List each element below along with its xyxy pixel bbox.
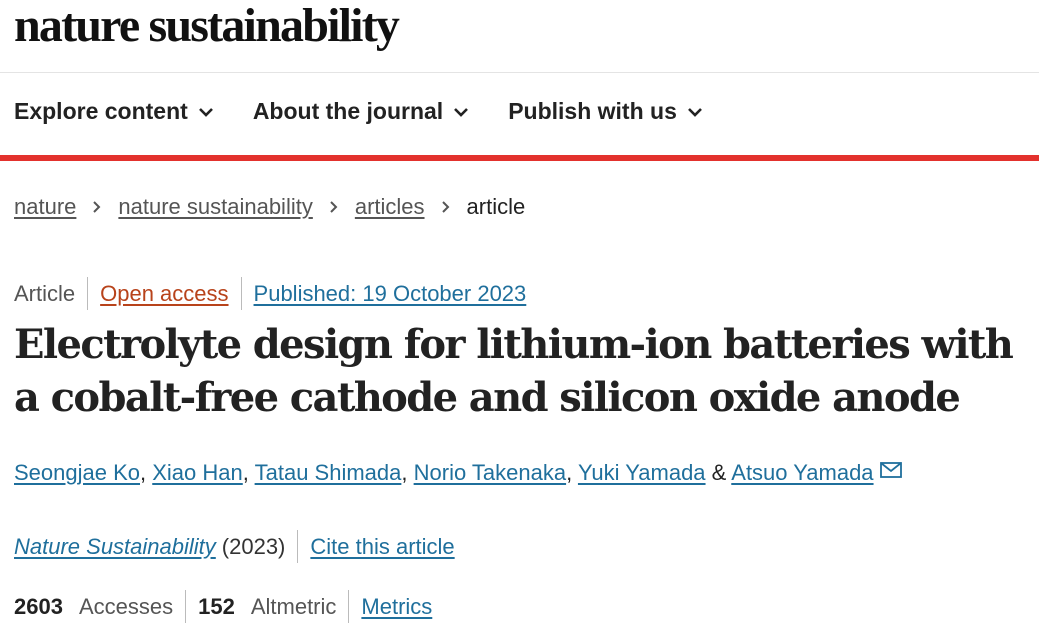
meta-divider bbox=[87, 277, 89, 310]
citation-line: Nature Sustainability (2023) Cite this a… bbox=[14, 530, 455, 563]
nav-about-journal[interactable]: About the journal bbox=[253, 98, 469, 125]
author-separator: , bbox=[566, 460, 573, 485]
accent-bar bbox=[0, 155, 1039, 161]
journal-name-link[interactable]: Nature Sustainability bbox=[14, 534, 216, 560]
chevron-down-icon bbox=[454, 107, 469, 117]
meta-divider bbox=[185, 590, 187, 623]
author-separator: , bbox=[140, 460, 147, 485]
author-link[interactable]: Norio Takenaka bbox=[414, 460, 566, 485]
chevron-down-icon bbox=[687, 107, 702, 117]
nav-publish-with-us[interactable]: Publish with us bbox=[508, 98, 703, 125]
nav-about-journal-label: About the journal bbox=[252, 98, 444, 124]
meta-divider bbox=[240, 277, 242, 310]
breadcrumb: nature nature sustainability articles ar… bbox=[14, 194, 525, 220]
chevron-right-icon bbox=[330, 201, 338, 213]
article-title: Electrolyte design for lithium-ion batte… bbox=[14, 321, 1014, 421]
author-link[interactable]: Atsuo Yamada bbox=[731, 460, 873, 485]
chevron-down-icon bbox=[198, 107, 213, 117]
chevron-right-icon bbox=[441, 201, 449, 213]
journal-logo[interactable]: nature sustainability bbox=[14, 0, 400, 53]
publication-year: (2023) bbox=[221, 533, 286, 559]
author-ampersand: & bbox=[711, 460, 727, 485]
nav-publish-with-us-label: Publish with us bbox=[508, 98, 677, 124]
chevron-right-icon bbox=[93, 201, 101, 213]
mail-icon[interactable] bbox=[879, 462, 902, 478]
author-link[interactable]: Seongjae Ko bbox=[14, 460, 140, 485]
open-access-link[interactable]: Open access bbox=[100, 281, 228, 307]
breadcrumb-current: article bbox=[466, 194, 526, 219]
meta-divider bbox=[348, 590, 350, 623]
article-meta: Article Open access Published: 19 Octobe… bbox=[14, 277, 526, 310]
altmetric-score: 152 bbox=[198, 593, 235, 619]
author-link[interactable]: Yuki Yamada bbox=[578, 460, 706, 485]
header-divider bbox=[0, 72, 1039, 73]
author-list: Seongjae Ko, Xiao Han, Tatau Shimada, No… bbox=[14, 460, 902, 486]
cite-article-link[interactable]: Cite this article bbox=[310, 534, 454, 560]
author-link[interactable]: Tatau Shimada bbox=[255, 460, 402, 485]
metrics-link[interactable]: Metrics bbox=[361, 594, 432, 620]
breadcrumb-articles[interactable]: articles bbox=[355, 194, 425, 220]
main-nav: Explore content About the journal Publis… bbox=[14, 98, 703, 125]
author-separator: , bbox=[401, 460, 408, 485]
breadcrumb-nature[interactable]: nature bbox=[14, 194, 76, 220]
author-link[interactable]: Xiao Han bbox=[152, 460, 243, 485]
metrics-bar: 2603 Accesses 152 Altmetric Metrics bbox=[14, 590, 432, 623]
author-separator: , bbox=[242, 460, 249, 485]
article-type: Article bbox=[14, 280, 76, 306]
accesses-label: Accesses bbox=[78, 593, 174, 619]
published-date-link[interactable]: Published: 19 October 2023 bbox=[254, 281, 527, 307]
nav-explore-content-label: Explore content bbox=[14, 98, 188, 124]
altmetric-label: Altmetric bbox=[250, 593, 337, 619]
nav-explore-content[interactable]: Explore content bbox=[14, 98, 214, 125]
breadcrumb-nature-sustainability[interactable]: nature sustainability bbox=[118, 194, 312, 220]
accesses-count: 2603 bbox=[14, 593, 63, 619]
meta-divider bbox=[297, 530, 299, 563]
